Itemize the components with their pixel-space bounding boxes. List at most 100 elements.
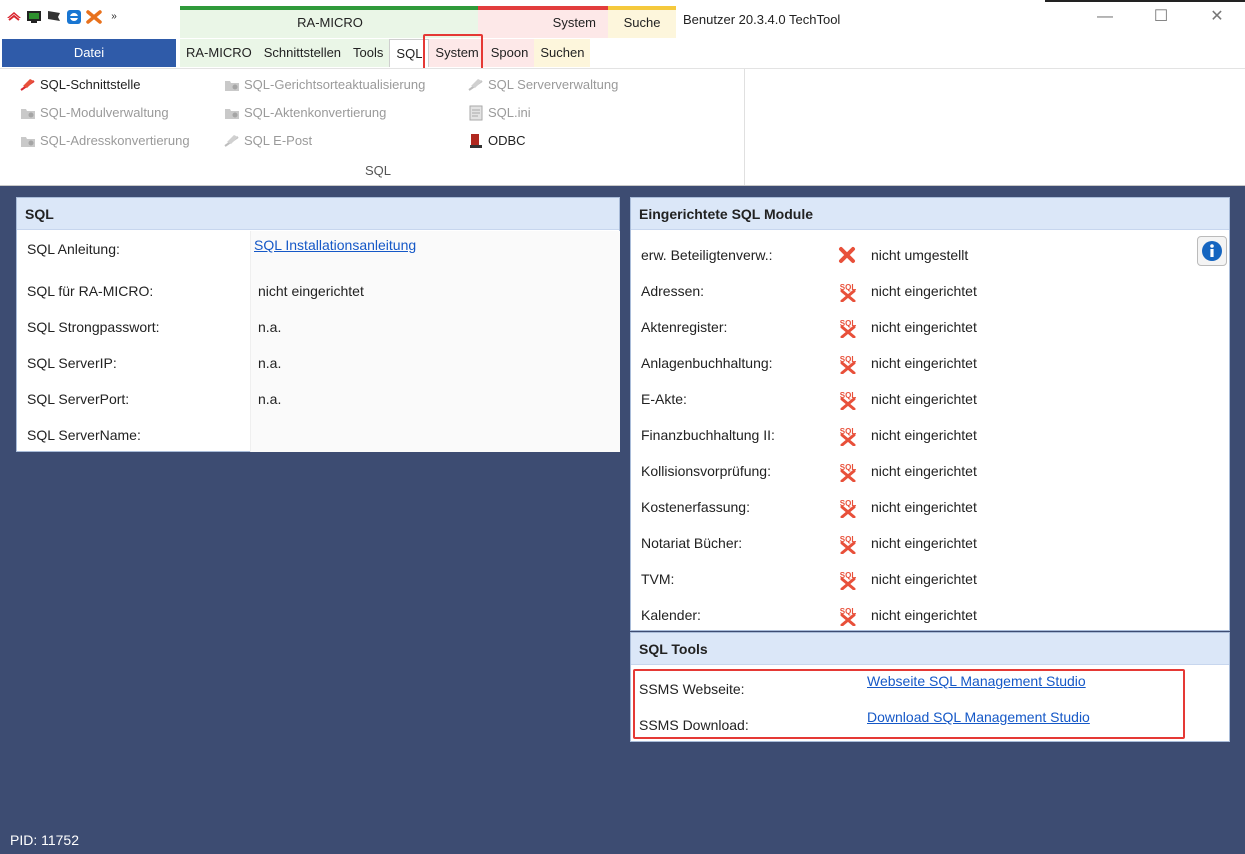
- window-controls: — ☐ ✕: [1077, 0, 1245, 34]
- tab-system[interactable]: System: [429, 39, 485, 67]
- tools-row-label: SSMS Download:: [639, 717, 749, 733]
- group-header-suche: Suche: [608, 6, 676, 38]
- ribbon-sql-ini[interactable]: SQL.ini: [468, 103, 531, 123]
- group-label-system: System: [552, 15, 596, 30]
- sql-row-label: SQL ServerIP:: [27, 355, 117, 371]
- module-label: Notariat Bücher:: [641, 535, 743, 551]
- tools-row-download: SSMS Download: Download SQL Management S…: [631, 705, 1229, 741]
- tab-schnittstellen[interactable]: Schnittstellen: [257, 39, 348, 67]
- ribbon-item-label: SQL E-Post: [244, 133, 313, 148]
- more-icon[interactable]: »: [106, 10, 122, 24]
- ribbon-item-label: SQL-Aktenkonvertierung: [244, 105, 387, 120]
- flag-icon[interactable]: [46, 10, 62, 24]
- ribbon-separator: [744, 69, 745, 185]
- module-row: Kostenerfassung: SQL nicht eingerichtet: [631, 489, 1229, 525]
- ribbon-sql-adresskonvertierung[interactable]: SQL-Adresskonvertierung: [20, 131, 190, 151]
- module-label: E-Akte:: [641, 391, 687, 407]
- module-status: nicht eingerichtet: [871, 391, 977, 407]
- module-row: Aktenregister: SQL nicht eingerichtet: [631, 309, 1229, 345]
- module-status: nicht eingerichtet: [871, 535, 977, 551]
- sql-interface-icon: [20, 77, 36, 93]
- sql-row-value: n.a.: [258, 319, 282, 335]
- sql-row-value: nicht eingerichtet: [258, 283, 364, 299]
- maximize-button[interactable]: ☐: [1133, 0, 1189, 34]
- module-row: Kalender: SQL nicht eingerichtet: [631, 597, 1229, 633]
- ribbon-group-label: SQL: [365, 163, 392, 178]
- sql-row-strongpasswort: SQL Strongpasswort: n.a.: [17, 309, 619, 345]
- sql-modules-panel: Eingerichtete SQL Module erw. Beteiligte…: [630, 197, 1230, 631]
- sql-x-icon: SQL: [837, 318, 857, 339]
- ribbon-tabs: RA-MICRO Schnittstellen Tools SQL System…: [180, 38, 591, 68]
- file-tab[interactable]: Datei: [2, 39, 176, 67]
- tab-suchen[interactable]: Suchen: [534, 39, 591, 67]
- folder-gear-icon: [224, 77, 240, 93]
- folder-gear-icon: [20, 105, 36, 121]
- teamviewer-icon[interactable]: [66, 10, 82, 24]
- sql-x-icon: SQL: [837, 282, 857, 303]
- module-status: nicht eingerichtet: [871, 463, 977, 479]
- sql-interface-icon: [224, 133, 240, 149]
- tab-tools[interactable]: Tools: [347, 39, 390, 67]
- title-bar: » Datei RA-MICRO System Suche RA-MICRO S…: [0, 0, 1245, 72]
- ribbon-item-label: SQL-Gerichtsorteaktualisierung: [244, 77, 426, 92]
- ribbon-item-label: SQL-Modulverwaltung: [40, 105, 169, 120]
- module-status: nicht eingerichtet: [871, 283, 977, 299]
- module-row: Kollisionsvorprüfung: SQL nicht eingericht…: [631, 453, 1229, 489]
- ini-file-icon: [468, 105, 484, 121]
- sql-x-icon: SQL: [837, 498, 857, 519]
- module-label: Kollisionsvorprüfung:: [641, 463, 771, 479]
- module-status: nicht eingerichtet: [871, 427, 977, 443]
- ribbon-sql-serververwaltung[interactable]: SQL Serververwaltung: [468, 75, 618, 95]
- tools-icon[interactable]: [86, 10, 102, 24]
- module-status: nicht eingerichtet: [871, 499, 977, 515]
- ribbon-sql-epost[interactable]: SQL E-Post: [224, 131, 312, 151]
- sql-installationsanleitung-link[interactable]: SQL Installationsanleitung: [254, 237, 416, 253]
- ribbon-sql-schnittstelle[interactable]: SQL-Schnittstelle: [20, 75, 140, 95]
- sql-x-icon: SQL: [837, 426, 857, 447]
- module-label: Kostenerfassung:: [641, 499, 750, 515]
- module-label: Anlagenbuchhaltung:: [641, 355, 773, 371]
- tab-ramicro[interactable]: RA-MICRO: [180, 39, 258, 67]
- module-label: erw. Beteiligtenverw.:: [641, 247, 773, 263]
- module-row: Anlagenbuchhaltung: SQL nicht eingerichtet: [631, 345, 1229, 381]
- ribbon-item-label: ODBC: [488, 133, 526, 148]
- group-header-ramicro: RA-MICRO: [180, 6, 480, 38]
- sql-row-value: n.a.: [258, 391, 282, 407]
- group-label-ramicro: RA-MICRO: [297, 15, 363, 30]
- module-row: Adressen: SQL nicht eingerichtet: [631, 273, 1229, 309]
- ribbon-sql-aktenkonvertierung[interactable]: SQL-Aktenkonvertierung: [224, 103, 386, 123]
- module-status: nicht eingerichtet: [871, 571, 977, 587]
- module-status: nicht eingerichtet: [871, 355, 977, 371]
- ribbon-sql-modulverwaltung[interactable]: SQL-Modulverwaltung: [20, 103, 169, 123]
- monitor-icon[interactable]: [26, 10, 42, 24]
- sql-panel-title: SQL: [17, 198, 619, 230]
- sql-row-label: SQL ServerName:: [27, 427, 141, 443]
- group-label-suche: Suche: [623, 15, 661, 30]
- module-status: nicht umgestellt: [871, 247, 969, 263]
- module-row: Notariat Bücher: SQL nicht eingerichtet: [631, 525, 1229, 561]
- module-label: Finanzbuchhaltung II:: [641, 427, 775, 443]
- sql-tools-panel: SQL Tools SSMS Webseite: Webseite SQL Ma…: [630, 632, 1230, 742]
- tools-row-label: SSMS Webseite:: [639, 681, 745, 697]
- download-sql-management-studio-link[interactable]: Download SQL Management Studio: [867, 709, 1090, 725]
- folder-gear-icon: [20, 133, 36, 149]
- red-x-icon: [837, 246, 857, 264]
- module-row: E-Akte: SQL nicht eingerichtet: [631, 381, 1229, 417]
- sql-x-icon: SQL: [837, 462, 857, 483]
- sql-row-anleitung: SQL Anleitung: SQL Installationsanleitun…: [17, 231, 619, 267]
- module-label: Kalender:: [641, 607, 701, 623]
- sql-row-label: SQL ServerPort:: [27, 391, 130, 407]
- ribbon-odbc[interactable]: ODBC: [468, 131, 526, 151]
- minimize-button[interactable]: —: [1077, 0, 1133, 34]
- module-row: erw. Beteiligtenverw.: nicht umgestellt: [631, 237, 1229, 273]
- ribbon-item-label: SQL.ini: [488, 105, 531, 120]
- tab-spoon[interactable]: Spoon: [484, 39, 535, 67]
- module-status: nicht eingerichtet: [871, 607, 977, 623]
- ramicro-logo-icon[interactable]: [6, 10, 22, 24]
- ribbon-sql-gerichtsorteaktualisierung[interactable]: SQL-Gerichtsorteaktualisierung: [224, 75, 425, 95]
- sql-row-serverip: SQL ServerIP: n.a.: [17, 345, 619, 381]
- odbc-icon: [468, 133, 484, 149]
- close-button[interactable]: ✕: [1189, 0, 1245, 34]
- tab-sql[interactable]: SQL: [389, 39, 430, 67]
- webseite-sql-management-studio-link[interactable]: Webseite SQL Management Studio: [867, 673, 1086, 689]
